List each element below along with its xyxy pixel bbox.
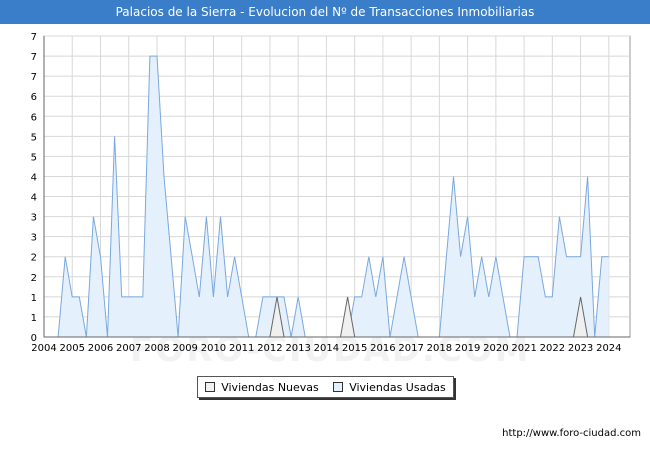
x-tick-label: 2008 — [144, 343, 169, 354]
legend-swatch-usadas — [333, 382, 344, 392]
x-tick-label: 2020 — [483, 343, 508, 354]
y-tick-label: 4 — [31, 193, 37, 204]
x-tick-label: 2015 — [342, 343, 367, 354]
footer-url[interactable]: http://www.foro-ciudad.com — [502, 428, 641, 439]
y-tick-label: 7 — [31, 72, 37, 83]
y-tick-label: 2 — [31, 253, 37, 264]
x-tick-label: 2004 — [31, 343, 56, 354]
y-tick-label: 3 — [31, 213, 37, 224]
x-tick-label: 2011 — [229, 343, 254, 354]
x-tick-label: 2022 — [540, 343, 565, 354]
y-tick-label: 7 — [31, 32, 37, 43]
chart-title: Palacios de la Sierra - Evolucion del Nº… — [0, 0, 650, 24]
x-tick-label: 2017 — [398, 343, 423, 354]
y-tick-label: 1 — [31, 313, 37, 324]
y-tick-label: 5 — [31, 152, 37, 163]
x-tick-label: 2016 — [370, 343, 395, 354]
legend-label-nuevas: Viviendas Nuevas — [221, 380, 319, 394]
legend-item-usadas: Viviendas Usadas — [333, 381, 446, 394]
area-chart: 2004 2005 2006 2007 2008 2009 2010 2011 2012 2013… — [31, 32, 631, 354]
legend-item-nuevas: Viviendas Nuevas — [205, 381, 319, 394]
y-tick-label: 0 — [31, 333, 37, 344]
y-tick-label: 6 — [31, 112, 37, 123]
x-tick-label: 2021 — [511, 343, 536, 354]
legend: Viviendas Nuevas Viviendas Usadas — [197, 376, 454, 398]
y-tick-label: 5 — [31, 132, 37, 143]
x-tick-label: 2009 — [172, 343, 197, 354]
x-tick-label: 2010 — [201, 343, 226, 354]
x-tick-label: 2005 — [60, 343, 85, 354]
x-tick-label: 2023 — [568, 343, 593, 354]
y-tick-label: 3 — [31, 233, 37, 244]
y-tick-label: 1 — [31, 293, 37, 304]
x-tick-label: 2024 — [596, 343, 621, 354]
x-tick-label: 2018 — [427, 343, 452, 354]
legend-label-usadas: Viviendas Usadas — [349, 380, 446, 394]
y-tick-label: 2 — [31, 273, 37, 284]
x-tick-label: 2007 — [116, 343, 141, 354]
y-tick-label: 4 — [31, 172, 37, 183]
x-tick-label: 2019 — [455, 343, 480, 354]
x-tick-label: 2014 — [314, 343, 339, 354]
y-tick-label: 7 — [31, 52, 37, 63]
y-tick-label: 6 — [31, 92, 37, 103]
x-tick-label: 2006 — [88, 343, 113, 354]
x-tick-label: 2013 — [285, 343, 310, 354]
x-tick-label: 2012 — [257, 343, 282, 354]
legend-swatch-nuevas — [205, 382, 216, 392]
